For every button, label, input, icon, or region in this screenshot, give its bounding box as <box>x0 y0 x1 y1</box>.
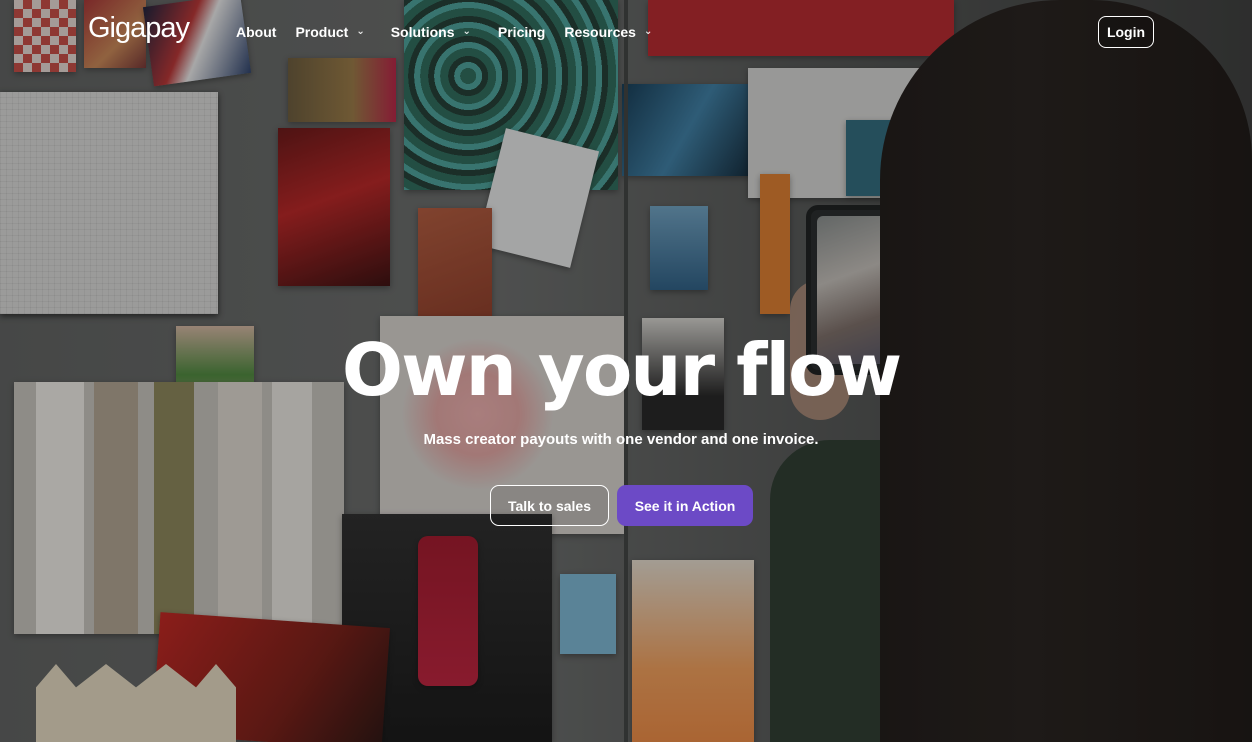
hero-subtitle: Mass creator payouts with one vendor and… <box>423 431 819 448</box>
nav-item-pricing[interactable]: Pricing <box>498 24 545 40</box>
chevron-down-icon: ⌄ <box>356 25 365 37</box>
chevron-down-icon: ⌄ <box>462 25 471 37</box>
nav-item-label: Resources <box>564 24 636 40</box>
hero-cta-group: Talk to sales See it in Action <box>490 485 753 526</box>
nav-item-about[interactable]: About <box>236 24 276 40</box>
chevron-down-icon: ⌄ <box>643 25 653 37</box>
gigapay-logo[interactable]: Gigapay <box>88 12 190 45</box>
login-button[interactable]: Login <box>1098 16 1154 48</box>
nav-item-product[interactable]: Product ⌄ <box>295 24 364 40</box>
nav-item-label: Product <box>295 24 349 40</box>
see-it-in-action-button[interactable]: See it in Action <box>617 485 753 526</box>
talk-to-sales-button[interactable]: Talk to sales <box>490 485 609 526</box>
nav-item-resources[interactable]: Resources ⌄ <box>564 24 652 40</box>
nav-item-label: Pricing <box>497 24 546 40</box>
nav-item-solutions[interactable]: Solutions ⌄ <box>391 24 471 40</box>
hero-title: Own your flow <box>341 328 902 412</box>
top-nav: Gigapay About Product ⌄ Solutions ⌄ Pric… <box>0 0 1252 66</box>
nav-item-label: Solutions <box>390 24 455 40</box>
main-menu: About Product ⌄ Solutions ⌄ Pricing Reso… <box>236 24 652 40</box>
nav-item-label: About <box>236 24 277 40</box>
